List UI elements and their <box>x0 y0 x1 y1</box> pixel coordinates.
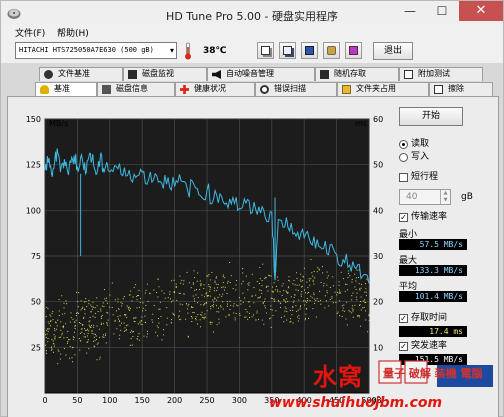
access-time-checkbox[interactable]: ✓ 存取时间 <box>399 313 489 325</box>
access-time-readout: 17.4 ms <box>399 326 467 337</box>
folder-icon <box>342 85 351 94</box>
temperature-readout: 38℃ <box>203 46 227 56</box>
watermark-logo: 量子 破解 装機 電腦 <box>378 360 493 387</box>
menu-help[interactable]: 帮助(H) <box>57 26 89 39</box>
toolbar: HITACHI HTS725050A7E630 (500 gB) ▾ 38℃ 退… <box>1 39 503 63</box>
tab-benchmark[interactable]: 基准 <box>35 82 97 96</box>
checkbox-icon <box>399 173 408 182</box>
save-button[interactable] <box>301 42 318 59</box>
chevron-down-icon: ▾ <box>169 46 174 55</box>
spin-arrows-icon[interactable]: ▲ ▼ <box>440 190 450 204</box>
camera-icon <box>327 46 336 55</box>
transfer-rate-label: 传输速率 <box>411 212 448 222</box>
aam-icon <box>212 70 221 79</box>
radio-selected-icon <box>399 140 408 149</box>
watermark-logo-text: 量子 破解 装機 電腦 <box>383 366 483 380</box>
tab-extra-tests[interactable]: 附加测试 <box>399 67 483 81</box>
short-stroke-value: 40 <box>406 192 418 202</box>
copy-all-button[interactable] <box>279 42 296 59</box>
monitor-icon <box>128 70 137 79</box>
app-window: HD Tune Pro 5.00 - 硬盘实用程序 — ☐ ✕ 文件(F) 帮助… <box>0 0 504 417</box>
min-readout: 57.5 MB/s <box>399 239 467 250</box>
minimize-button[interactable]: — <box>395 1 425 21</box>
thermometer-icon <box>185 42 191 60</box>
tab-file-benchmark[interactable]: 文件基准 <box>39 67 123 81</box>
tab-label: 文件夹占用 <box>356 84 396 93</box>
short-stroke-checkbox[interactable]: 短行程 <box>399 172 489 184</box>
tab-aam[interactable]: 自动噪音管理 <box>207 67 315 81</box>
read-radio[interactable]: 读取 <box>399 139 479 151</box>
tab-label: 随机存取 <box>334 69 366 78</box>
tab-folder-usage[interactable]: 文件夹占用 <box>337 82 429 96</box>
tabs-row-top: 文件基准 磁盘监视 自动噪音管理 随机存取 附加测试 <box>1 67 503 81</box>
benchmark-icon <box>40 85 49 94</box>
save-icon <box>305 46 314 55</box>
write-radio[interactable]: 写入 <box>399 152 479 164</box>
short-stroke-unit: gB <box>461 192 473 202</box>
start-button[interactable]: 开始 <box>399 107 463 126</box>
tab-disk-monitor[interactable]: 磁盘监视 <box>123 67 207 81</box>
close-button[interactable]: ✕ <box>459 1 503 21</box>
tab-label: 自动噪音管理 <box>226 69 274 78</box>
checkmark-icon: ✓ <box>399 342 408 351</box>
burst-rate-checkbox[interactable]: ✓ 突发速率 <box>399 341 489 353</box>
tab-random-access[interactable]: 随机存取 <box>315 67 399 81</box>
access-time-label: 存取时间 <box>411 313 448 323</box>
drive-select[interactable]: HITACHI HTS725050A7E630 (500 gB) ▾ <box>15 42 177 59</box>
checkmark-icon: ✓ <box>399 314 408 323</box>
tab-error-scan[interactable]: 错误扫描 <box>255 82 337 96</box>
tab-label: 健康状况 <box>194 84 226 93</box>
screenshot-button[interactable] <box>323 42 340 59</box>
file-benchmark-icon <box>44 70 53 79</box>
tab-erase[interactable]: 擦除 <box>429 82 493 96</box>
tab-label: 错误扫描 <box>274 84 306 93</box>
copy2-icon <box>283 46 292 55</box>
short-stroke-input[interactable]: 40 ▲ ▼ <box>399 189 451 205</box>
tab-disk-info[interactable]: 磁盘信息 <box>97 82 175 96</box>
burst-rate-label: 突发速率 <box>411 341 448 351</box>
max-readout: 133.3 MB/s <box>399 265 467 276</box>
tab-label: 附加测试 <box>418 69 450 78</box>
menu-bar: 文件(F) 帮助(H) <box>1 25 503 39</box>
radio-icon <box>399 153 408 162</box>
drive-select-value: HITACHI HTS725050A7E630 (500 gB) <box>19 46 154 54</box>
watermark-brand: 水窝 <box>313 362 363 391</box>
menu-file[interactable]: 文件(F) <box>15 26 45 39</box>
checkmark-icon: ✓ <box>399 213 408 222</box>
exit-button[interactable]: 退出 <box>373 42 413 60</box>
avg-readout: 101.4 MB/s <box>399 291 467 302</box>
copy-button[interactable] <box>257 42 274 59</box>
tab-label: 文件基准 <box>58 69 90 78</box>
short-stroke-label: 短行程 <box>411 172 439 182</box>
tab-label: 擦除 <box>448 84 464 93</box>
download-icon <box>349 46 358 55</box>
tab-label: 磁盘监视 <box>142 69 174 78</box>
options-button[interactable] <box>345 42 362 59</box>
tab-label: 基准 <box>54 84 70 93</box>
info-icon <box>102 85 111 94</box>
tabs-row-bottom: 基准 磁盘信息 健康状况 错误扫描 文件夹占用 擦除 <box>1 82 503 96</box>
random-access-icon <box>320 70 329 79</box>
erase-icon <box>434 85 443 94</box>
tab-health[interactable]: 健康状况 <box>175 82 255 96</box>
read-label: 读取 <box>411 139 430 149</box>
tab-label: 磁盘信息 <box>116 84 148 93</box>
extra-tests-icon <box>404 70 413 79</box>
watermark-url: www.shuihuojbm.com <box>269 395 443 411</box>
health-icon <box>180 85 189 94</box>
write-label: 写入 <box>411 152 430 162</box>
transfer-rate-checkbox[interactable]: ✓ 传输速率 <box>399 212 489 224</box>
copy-icon <box>261 46 270 55</box>
scan-icon <box>260 85 269 94</box>
maximize-button[interactable]: ☐ <box>427 1 457 21</box>
